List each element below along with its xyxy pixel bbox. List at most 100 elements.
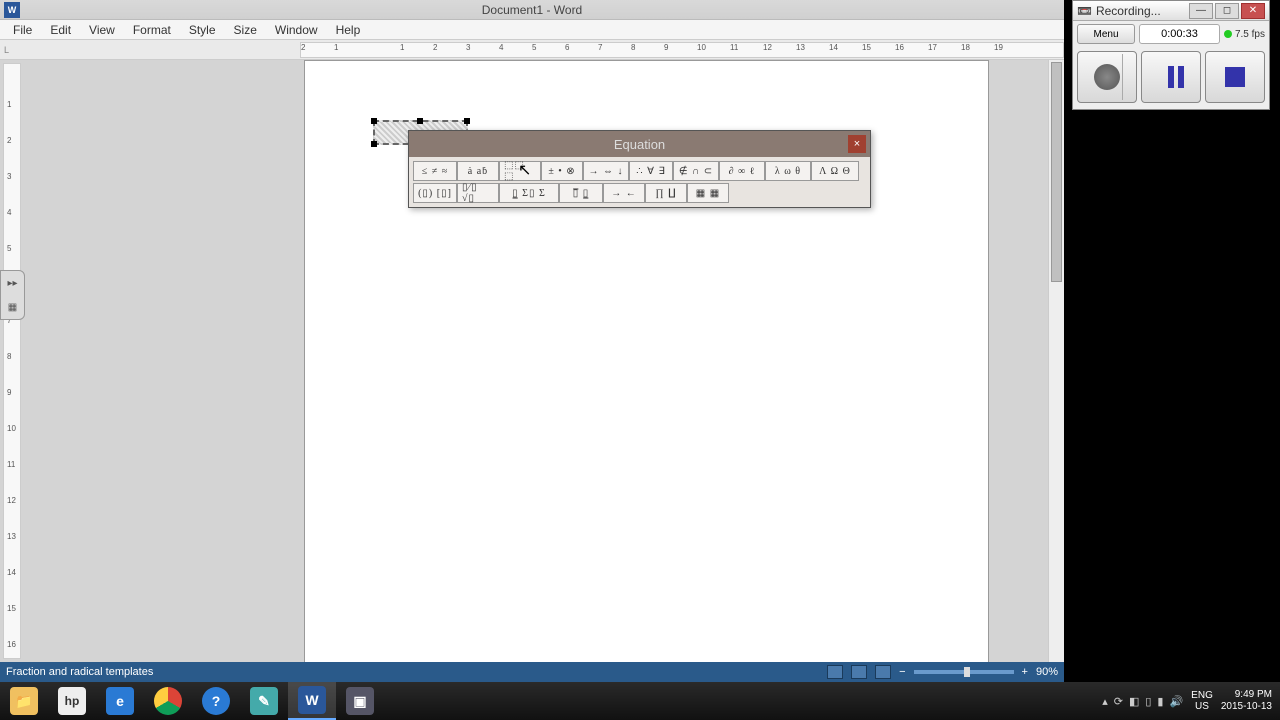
resize-handle[interactable] [371, 118, 377, 124]
greek-lowercase-button[interactable]: λ ω θ [765, 161, 811, 181]
taskbar-explorer[interactable]: 📁 [0, 682, 48, 720]
zoom-in-button[interactable]: + [1022, 666, 1028, 678]
status-text: Fraction and radical templates [6, 666, 153, 678]
equation-title-label: Equation [614, 137, 665, 152]
stop-button[interactable] [1205, 51, 1265, 103]
taskbar-chrome[interactable] [144, 682, 192, 720]
view-web-button[interactable] [875, 665, 891, 679]
logical-symbols-button[interactable]: ∴ ∀ ∃ [629, 161, 673, 181]
set-symbols-button[interactable]: ∉ ∩ ⊂ [673, 161, 719, 181]
record-button[interactable] [1077, 51, 1137, 103]
ruler-row: L 2112345678910111213141516171819 [0, 40, 1064, 60]
taskbar: 📁 hp e ? ✎ W ▣ ▴ ⟳ ◧ ▯ ▮ 🔊 ENGUS 9:49 PM… [0, 682, 1280, 720]
menu-size[interactable]: Size [225, 21, 266, 39]
scrollbar-vertical[interactable] [1048, 60, 1064, 662]
resize-handle[interactable] [371, 141, 377, 147]
tray-language[interactable]: ENGUS [1191, 690, 1213, 712]
menu-view[interactable]: View [80, 21, 124, 39]
notes-icon: ✎ [250, 687, 278, 715]
arrow-symbols-button[interactable]: → ⇔ ↓ [583, 161, 629, 181]
close-button[interactable]: ✕ [1241, 3, 1265, 19]
tray-network-icon[interactable]: ▮ [1157, 695, 1163, 708]
grid-icon: ▦ [8, 302, 17, 313]
taskbar-app[interactable]: ▣ [336, 682, 384, 720]
recording-menu-button[interactable]: Menu [1077, 24, 1135, 44]
menu-window[interactable]: Window [266, 21, 327, 39]
menu-format[interactable]: Format [124, 21, 180, 39]
matrix-templates-button[interactable]: ▦ ▦ [687, 183, 729, 203]
greek-uppercase-button[interactable]: Λ Ω Θ [811, 161, 859, 181]
zoom-slider[interactable] [914, 670, 1014, 674]
side-panel-toggle[interactable]: ▸▸ ▦ [0, 270, 25, 320]
word-window: W Document1 - Word File Edit View Format… [0, 0, 1064, 682]
taskbar-sticky[interactable]: ✎ [240, 682, 288, 720]
tray-security-icon[interactable]: ◧ [1129, 695, 1139, 708]
folder-icon: 📁 [10, 687, 38, 715]
equation-toolbar-title[interactable]: Equation × [409, 131, 870, 157]
taskbar-word[interactable]: W [288, 682, 336, 720]
system-tray: ▴ ⟳ ◧ ▯ ▮ 🔊 ENGUS 9:49 PM2015-10-13 [1094, 689, 1280, 713]
recording-fps: 7.5 fps [1224, 29, 1265, 40]
view-print-layout-button[interactable] [827, 665, 843, 679]
relational-symbols-button[interactable]: ≤ ≠ ≈ [413, 161, 457, 181]
labeled-arrow-button[interactable]: → ← [603, 183, 645, 203]
misc-symbols-button[interactable]: ∂ ∞ ℓ [719, 161, 765, 181]
equation-close-button[interactable]: × [848, 135, 866, 153]
ruler-corner: L [0, 40, 300, 60]
tray-clock[interactable]: 9:49 PM2015-10-13 [1221, 689, 1272, 713]
equation-symbol-row: ≤ ≠ ≈ ȧ aḃ ⬚⬚ ⬚ ± • ⊗ → ⇔ ↓ ∴ ∀ ∃ ∉ ∩ ⊂ … [413, 161, 866, 181]
recording-app-icon: 📼 [1077, 4, 1092, 18]
products-button[interactable]: ∏ ∐ [645, 183, 687, 203]
equation-palettes: ≤ ≠ ≈ ȧ aḃ ⬚⬚ ⬚ ± • ⊗ → ⇔ ↓ ∴ ∀ ∃ ∉ ∩ ⊂ … [409, 157, 870, 207]
record-dropdown[interactable] [1122, 54, 1134, 100]
taskbar-help[interactable]: ? [192, 682, 240, 720]
chevron-right-icon: ▸▸ [7, 278, 17, 289]
menu-style[interactable]: Style [180, 21, 225, 39]
recording-buttons [1073, 47, 1269, 107]
menu-file[interactable]: File [4, 21, 41, 39]
app-icon: ▣ [346, 687, 374, 715]
resize-handle[interactable] [417, 118, 423, 124]
scrollbar-thumb[interactable] [1051, 62, 1062, 282]
status-bar: Fraction and radical templates − + 90% [0, 662, 1064, 682]
recording-time: 0:00:33 [1139, 24, 1220, 44]
taskbar-hp[interactable]: hp [48, 682, 96, 720]
taskbar-ie[interactable]: e [96, 682, 144, 720]
menu-edit[interactable]: Edit [41, 21, 80, 39]
word-icon: W [298, 686, 326, 714]
ruler-vertical[interactable]: 12345678910111213141516 [3, 63, 21, 659]
fence-templates-button[interactable]: (▯) [▯] [413, 183, 457, 203]
underbar-overbar-button[interactable]: ▯̅ ▯̲ [559, 183, 603, 203]
tray-icons[interactable]: ▴ ⟳ ◧ ▯ ▮ 🔊 [1102, 695, 1183, 708]
subscript-superscript-button[interactable]: ▯̲ Σ▯ Σ [499, 183, 559, 203]
maximize-button[interactable]: ◻ [1215, 3, 1239, 19]
tray-up-icon[interactable]: ▴ [1102, 695, 1108, 708]
recording-window[interactable]: 📼 Recording... — ◻ ✕ Menu 0:00:33 7.5 fp… [1072, 0, 1270, 110]
operator-symbols-button[interactable]: ± • ⊗ [541, 161, 583, 181]
recording-title: Recording... [1096, 4, 1161, 18]
status-right: − + 90% [827, 665, 1058, 679]
fraction-radical-templates-button[interactable]: ▯⁄▯ √▯ [457, 183, 499, 203]
equation-toolbar-window[interactable]: Equation × ≤ ≠ ≈ ȧ aḃ ⬚⬚ ⬚ ± • ⊗ → ⇔ ↓ ∴… [408, 130, 871, 208]
tray-volume-icon[interactable]: 🔊 [1169, 695, 1183, 708]
ie-icon: e [106, 687, 134, 715]
zoom-out-button[interactable]: − [899, 666, 905, 678]
word-title-bar[interactable]: W Document1 - Word [0, 0, 1064, 20]
embellishments-button[interactable]: ȧ aḃ [457, 161, 499, 181]
pause-button[interactable] [1141, 51, 1201, 103]
zoom-level[interactable]: 90% [1036, 666, 1058, 678]
chrome-icon [154, 687, 182, 715]
minimize-button[interactable]: — [1189, 3, 1213, 19]
help-icon: ? [202, 687, 230, 715]
tray-sync-icon[interactable]: ⟳ [1114, 695, 1123, 708]
resize-handle[interactable] [464, 118, 470, 124]
hp-icon: hp [58, 687, 86, 715]
spaces-button[interactable]: ⬚⬚ ⬚ [499, 161, 541, 181]
recording-title-bar[interactable]: 📼 Recording... — ◻ ✕ [1073, 1, 1269, 21]
word-title: Document1 - Word [0, 3, 1064, 17]
equation-template-row: (▯) [▯] ▯⁄▯ √▯ ▯̲ Σ▯ Σ ▯̅ ▯̲ → ← ∏ ∐ ▦ ▦ [413, 183, 866, 203]
menu-help[interactable]: Help [327, 21, 370, 39]
view-read-button[interactable] [851, 665, 867, 679]
tray-battery-icon[interactable]: ▯ [1145, 695, 1151, 708]
ruler-horizontal[interactable]: 2112345678910111213141516171819 [300, 42, 1064, 58]
